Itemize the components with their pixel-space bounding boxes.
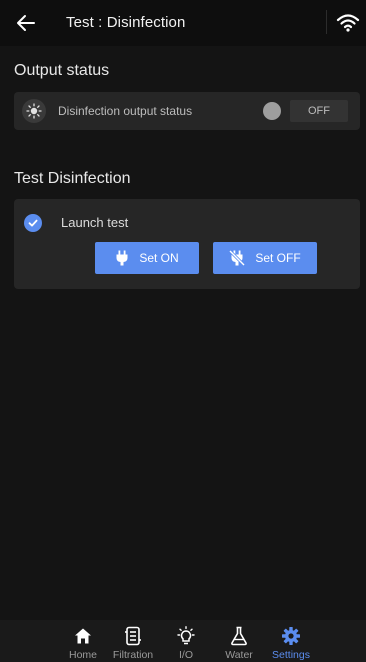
app-bar: Test : Disinfection <box>0 0 366 46</box>
gear-icon <box>281 626 301 646</box>
wifi-icon <box>336 14 360 32</box>
nav-item-io[interactable]: I/O <box>156 626 216 661</box>
flask-icon <box>229 626 249 646</box>
nav-label-settings: Settings <box>272 649 310 661</box>
home-icon <box>73 626 93 646</box>
nav-label-io: I/O <box>178 649 193 661</box>
launch-test-label: Launch test <box>61 215 129 230</box>
back-button[interactable] <box>12 9 40 37</box>
check-icon <box>28 219 38 227</box>
test-disinfection-heading: Test Disinfection <box>14 170 131 187</box>
disinfection-status-label: Disinfection output status <box>58 104 193 118</box>
nav-item-water[interactable]: Water <box>209 626 269 661</box>
nav-label-water: Water <box>225 649 253 661</box>
nav-item-filtration[interactable]: Filtration <box>103 626 163 661</box>
wifi-button[interactable] <box>336 13 360 33</box>
status-badge: OFF <box>290 100 348 122</box>
output-status-heading: Output status <box>14 62 110 79</box>
plug-icon <box>116 250 128 266</box>
plug-off-icon <box>229 250 246 266</box>
nav-label-home: Home <box>68 649 97 661</box>
arrow-left-icon <box>17 15 35 31</box>
test-disinfection-card: Launch test Set ON Set OFF <box>14 199 360 289</box>
set-on-label: Set ON <box>139 251 179 265</box>
nav-label-filtration: Filtration <box>112 649 154 661</box>
disinfection-status-row: Disinfection output status OFF <box>14 92 360 130</box>
filtration-icon <box>123 626 143 646</box>
page-title: Test : Disinfection <box>66 14 186 31</box>
set-off-button[interactable]: Set OFF <box>213 242 317 274</box>
app-bar-divider <box>326 10 327 34</box>
set-on-button[interactable]: Set ON <box>95 242 199 274</box>
lightbulb-icon <box>176 626 196 646</box>
bulb-icon <box>22 99 46 123</box>
set-off-label: Set OFF <box>255 251 301 265</box>
output-toggle[interactable] <box>263 102 281 120</box>
launch-test-checkbox[interactable] <box>24 214 42 232</box>
bottom-nav: Home Filtration I/O Water Settings <box>0 620 366 662</box>
nav-item-settings[interactable]: Settings <box>261 626 321 661</box>
